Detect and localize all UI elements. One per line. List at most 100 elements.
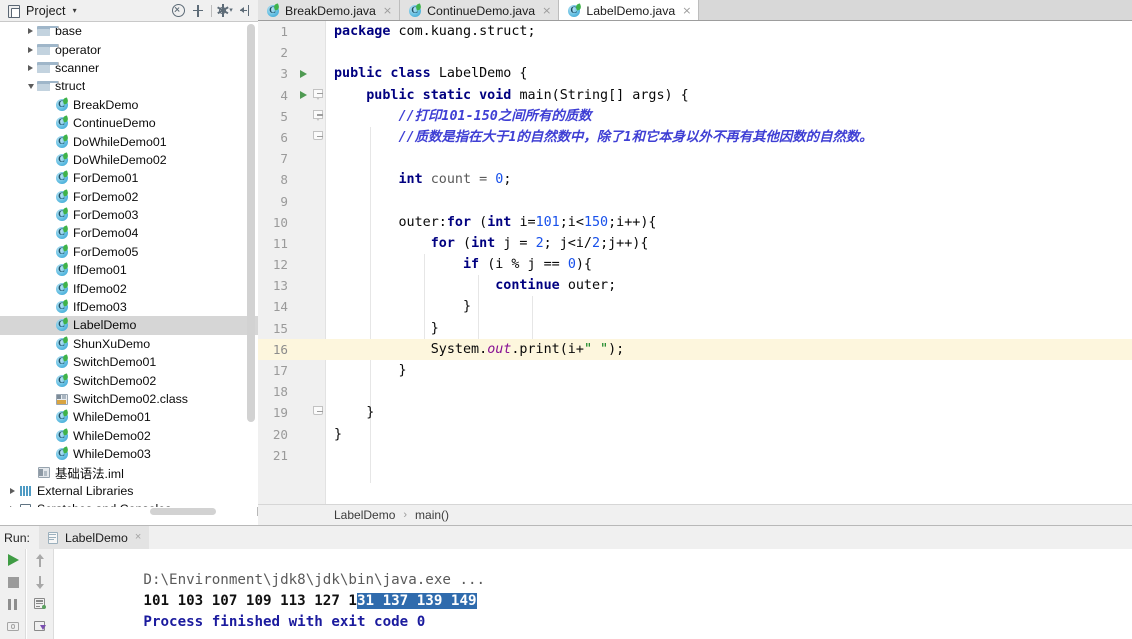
close-icon[interactable]: × [383, 5, 392, 16]
line-number-7[interactable]: 7 [258, 148, 326, 169]
code-line-3[interactable]: public class LabelDemo { [326, 63, 1132, 84]
scrollbar-thumb[interactable] [150, 508, 216, 515]
tree-item-fordemo05[interactable]: C ForDemo05 [0, 243, 258, 261]
tree-item-fordemo03[interactable]: C ForDemo03 [0, 206, 258, 224]
tree-item-whiledemo02[interactable]: C WhileDemo02 [0, 427, 258, 445]
tree-item-switchdemo02-class[interactable]: SwitchDemo02.class [0, 390, 258, 408]
tree-item-whiledemo03[interactable]: C WhileDemo03 [0, 445, 258, 463]
soft-wrap-button[interactable] [27, 593, 53, 615]
collapse-arrow-icon[interactable] [24, 83, 37, 89]
expand-arrow-icon[interactable] [24, 64, 37, 71]
code-line-21[interactable] [326, 445, 1132, 466]
line-number-20[interactable]: 20 [258, 424, 326, 445]
line-number-15[interactable]: 15 [258, 318, 326, 339]
tree-item-shunxudemo[interactable]: C ShunXuDemo [0, 335, 258, 353]
line-number-8[interactable]: 8 [258, 169, 326, 190]
tree-item-breakdemo[interactable]: C BreakDemo [0, 96, 258, 114]
line-number-14[interactable]: 14 [258, 296, 326, 317]
tree-item-struct[interactable]: struct [0, 77, 258, 95]
screenshot-button[interactable] [0, 615, 26, 637]
line-number-19[interactable]: 19 [258, 402, 326, 423]
line-number-9[interactable]: 9 [258, 191, 326, 212]
hide-panel-icon[interactable] [235, 1, 255, 21]
tree-item-fordemo04[interactable]: C ForDemo04 [0, 224, 258, 242]
collapse-all-icon[interactable] [168, 1, 188, 21]
tree-item--iml[interactable]: 基础语法.iml [0, 463, 258, 481]
editor-tab-breakdemo-java[interactable]: C BreakDemo.java × [258, 0, 401, 21]
close-icon[interactable]: × [135, 532, 141, 543]
rerun-button[interactable] [0, 549, 26, 571]
editor-tab-continuedemo-java[interactable]: C ContinueDemo.java × [400, 0, 560, 21]
tree-item-scratches-and-consoles[interactable]: Scratches and Consoles [0, 500, 258, 507]
code-line-7[interactable] [326, 148, 1132, 169]
line-number-16[interactable]: 16 [258, 338, 326, 360]
expand-arrow-icon[interactable] [24, 28, 37, 35]
tree-item-continuedemo[interactable]: C ContinueDemo [0, 114, 258, 132]
line-number-17[interactable]: 17 [258, 360, 326, 381]
project-tree[interactable]: base operator scanner struct C BreakDemo C Cont… [0, 22, 258, 507]
tree-item-ifdemo03[interactable]: C IfDemo03 [0, 298, 258, 316]
run-gutter-icon[interactable] [300, 91, 307, 100]
code-line-9[interactable] [326, 191, 1132, 212]
console-output[interactable]: D:\Environment\jdk8\jdk\bin\java.exe ...… [55, 549, 1132, 639]
code-content[interactable]: package com.kuang.struct; public class L… [326, 21, 1132, 504]
project-tree-vscrollbar[interactable] [247, 24, 255, 454]
code-editor[interactable]: 1 2 3 4 5 6 7 8 9 10 11 12 13 14 15 16 17 18 19 20 21 packag… [258, 21, 1132, 504]
tree-item-scanner[interactable]: scanner [0, 59, 258, 77]
scroll-up-button[interactable] [27, 549, 53, 571]
line-number-21[interactable]: 21 [258, 445, 326, 466]
code-line-10[interactable]: outer:for (int i=101;i<150;i++){ [326, 212, 1132, 233]
code-line-20[interactable]: } [326, 424, 1132, 445]
code-line-1[interactable]: package com.kuang.struct; [326, 21, 1132, 42]
expand-arrow-icon[interactable] [6, 487, 19, 494]
code-line-15[interactable]: } [326, 318, 1132, 339]
tree-item-external-libraries[interactable]: External Libraries [0, 482, 258, 500]
tree-item-fordemo02[interactable]: C ForDemo02 [0, 188, 258, 206]
code-line-16[interactable]: System.out.print(i+" "); [326, 338, 1132, 360]
print-button[interactable] [27, 615, 53, 637]
tree-item-ifdemo02[interactable]: C IfDemo02 [0, 279, 258, 297]
code-line-6[interactable]: //质数是指在大于1的自然数中，除了1和它本身以外不再有其他因数的自然数。 [326, 127, 1132, 148]
code-line-13[interactable]: continue outer; [326, 275, 1132, 296]
project-tree-hscrollbar[interactable] [0, 507, 257, 516]
line-number-11[interactable]: 11 [258, 233, 326, 254]
code-line-14[interactable]: } [326, 296, 1132, 317]
stop-button[interactable] [0, 571, 26, 593]
line-number-6[interactable]: 6 [258, 127, 326, 148]
code-line-2[interactable] [326, 42, 1132, 63]
pause-button[interactable] [0, 593, 26, 615]
fold-marker-icon[interactable] [312, 406, 324, 419]
close-icon[interactable]: × [682, 5, 691, 16]
line-number-4[interactable]: 4 [258, 85, 326, 106]
line-number-5[interactable]: 5 [258, 106, 326, 127]
line-number-18[interactable]: 18 [258, 381, 326, 402]
line-number-2[interactable]: 2 [258, 42, 326, 63]
editor-tab-labeldemo-java[interactable]: C LabelDemo.java × [559, 0, 700, 21]
line-number-12[interactable]: 12 [258, 254, 326, 275]
run-tab-labeldemo[interactable]: LabelDemo × [38, 526, 150, 549]
fold-marker-icon[interactable] [312, 88, 324, 102]
run-gutter-icon[interactable] [300, 69, 307, 78]
line-number-3[interactable]: 3 [258, 63, 326, 84]
scrollbar-thumb[interactable] [247, 24, 255, 422]
tree-item-switchdemo01[interactable]: C SwitchDemo01 [0, 353, 258, 371]
tree-item-switchdemo02[interactable]: C SwitchDemo02 [0, 371, 258, 389]
tree-item-base[interactable]: base [0, 22, 258, 40]
locate-icon[interactable] [188, 1, 208, 21]
code-line-19[interactable]: } [326, 402, 1132, 423]
tree-item-ifdemo01[interactable]: C IfDemo01 [0, 261, 258, 279]
settings-gear-icon[interactable]: ▾ [215, 1, 235, 21]
breadcrumb-item-method[interactable]: main() [415, 508, 449, 522]
tree-item-dowhiledemo01[interactable]: C DoWhileDemo01 [0, 132, 258, 150]
fold-marker-icon[interactable] [312, 109, 324, 123]
editor-gutter[interactable]: 1 2 3 4 5 6 7 8 9 10 11 12 13 14 15 16 17 18 19 20 21 [258, 21, 326, 504]
tree-item-fordemo01[interactable]: C ForDemo01 [0, 169, 258, 187]
line-number-10[interactable]: 10 [258, 212, 326, 233]
code-line-11[interactable]: for (int j = 2; j<i/2;j++){ [326, 233, 1132, 254]
code-line-5[interactable]: //打印101-150之间所有的质数 [326, 106, 1132, 127]
expand-arrow-icon[interactable] [24, 46, 37, 53]
fold-marker-icon[interactable] [312, 130, 324, 144]
tree-item-operator[interactable]: operator [0, 40, 258, 58]
code-line-18[interactable] [326, 381, 1132, 402]
tree-item-whiledemo01[interactable]: C WhileDemo01 [0, 408, 258, 426]
